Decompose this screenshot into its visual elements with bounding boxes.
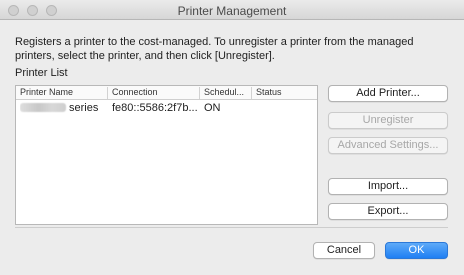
printer-list-label: Printer List xyxy=(15,67,68,79)
column-header-schedule[interactable]: Schedul... xyxy=(200,87,252,99)
divider xyxy=(15,227,448,228)
export-button[interactable]: Export... xyxy=(328,203,448,220)
add-printer-button[interactable]: Add Printer... xyxy=(328,85,448,102)
cell-status xyxy=(256,102,314,115)
import-button[interactable]: Import... xyxy=(328,178,448,195)
column-header-printer-name[interactable]: Printer Name xyxy=(16,87,108,99)
column-header-connection[interactable]: Connection xyxy=(108,87,200,99)
cell-connection: fe80::5586:2f7b... xyxy=(112,102,198,114)
advanced-settings-button[interactable]: Advanced Settings... xyxy=(328,137,448,154)
title-bar: Printer Management xyxy=(0,0,464,20)
unregister-button[interactable]: Unregister xyxy=(328,112,448,129)
cancel-button[interactable]: Cancel xyxy=(313,242,375,259)
printer-name-suffix: series xyxy=(69,102,99,114)
cell-printer-name: series xyxy=(20,102,106,115)
ok-button[interactable]: OK xyxy=(385,242,448,259)
description-text: Registers a printer to the cost-managed.… xyxy=(15,36,414,62)
table-row[interactable]: series fe80::5586:2f7b... ON xyxy=(16,101,317,116)
printer-list-table[interactable]: Printer Name Connection Schedul... Statu… xyxy=(15,85,318,225)
table-header: Printer Name Connection Schedul... Statu… xyxy=(16,86,317,100)
cell-schedule: ON xyxy=(204,102,221,114)
column-header-status[interactable]: Status xyxy=(252,87,316,99)
window-title: Printer Management xyxy=(177,4,287,18)
redacted-printer-model xyxy=(20,103,66,112)
